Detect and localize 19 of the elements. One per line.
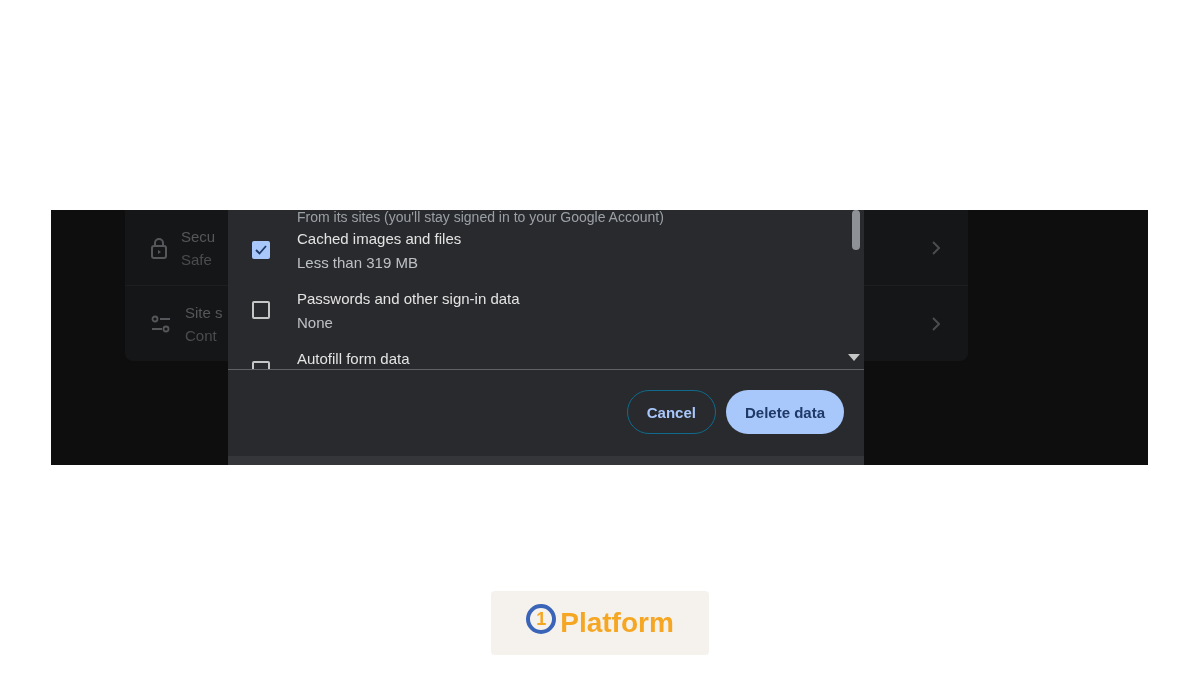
lock-icon xyxy=(151,236,167,259)
setting-subtitle: Cont xyxy=(185,326,217,344)
checkbox[interactable] xyxy=(252,241,270,259)
logo-badge: 1 xyxy=(526,604,557,634)
scrollbar-thumb[interactable] xyxy=(852,210,860,250)
option-detail: None xyxy=(297,314,334,331)
logo-text: Platform xyxy=(560,607,674,639)
checkbox[interactable] xyxy=(252,301,270,319)
setting-subtitle: Safe xyxy=(181,250,212,268)
option-detail: Less than 319 MB xyxy=(297,254,419,271)
option-label: Autofill form data xyxy=(297,350,410,367)
sliders-icon xyxy=(151,314,171,333)
option-description: From its sites (you'll stay signed in to your Google Account) xyxy=(297,210,665,224)
scroll-down-arrow-icon[interactable] xyxy=(848,354,860,361)
setting-title: Site s xyxy=(185,303,223,321)
option-label: Cached images and files xyxy=(297,230,462,247)
option-label: Passwords and other sign-in data xyxy=(297,290,520,307)
setting-title: Secu xyxy=(181,227,216,245)
delete-button[interactable]: Delete data xyxy=(725,390,844,434)
